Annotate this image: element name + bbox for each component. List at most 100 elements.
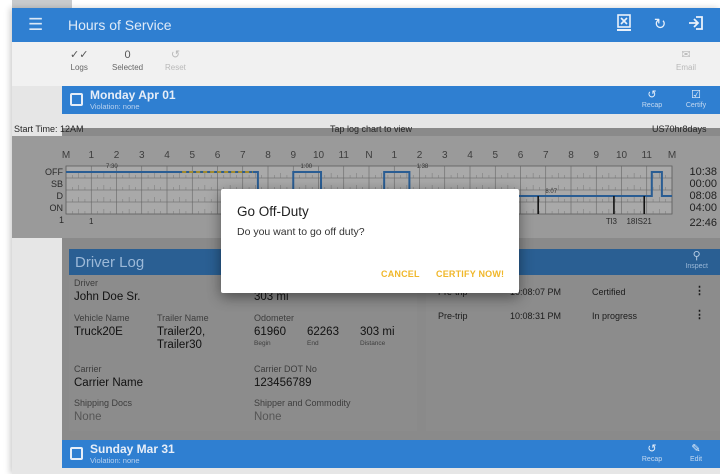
graph-hour-label: M [668, 150, 676, 161]
email-label: Email [676, 63, 697, 72]
graph-hour-label: 7 [240, 150, 246, 161]
graph-hour-label: M [62, 150, 70, 161]
graph-row-label: D [57, 191, 64, 201]
driver-log-title: Driver Log [75, 254, 145, 271]
graph-bottom-marker: 1 [89, 217, 94, 226]
graph-hour-label: 4 [467, 150, 473, 161]
graph-duration-tag: 1:00 [300, 164, 312, 170]
graph-row-label: OFF [45, 167, 63, 177]
logs-button[interactable]: ✓✓ Logs [70, 47, 88, 72]
reset-button[interactable]: ↺ Reset [165, 47, 186, 72]
graph-hour-label: N [365, 150, 372, 161]
graph-duration-tag: 7:30 [106, 164, 118, 170]
shipping-label: Shipping Docs [74, 398, 133, 408]
hos-app-window: ☰ Hours of Service ↻ ✓✓ Logs 0 Selected … [12, 8, 720, 474]
check-all-icon: ✓✓ [70, 49, 89, 61]
odometer-end-label: End [307, 340, 319, 347]
tap-hint: Tap log chart to view [330, 124, 413, 134]
day-title: Sunday Mar 31 [90, 442, 175, 456]
more-vert-icon[interactable]: ⋮ [694, 308, 705, 321]
graph-hour-label: 10 [616, 150, 628, 161]
device-screen: ☰ Hours of Service ↻ ✓✓ Logs 0 Selected … [0, 0, 720, 474]
dot-inspection-icon[interactable] [613, 14, 635, 36]
recap-button[interactable]: ↺ Recap [636, 89, 668, 109]
graph-row-total: 10:38 [689, 166, 717, 178]
search-icon: ⚲ [692, 250, 701, 262]
history-icon: ↺ [647, 443, 657, 455]
graph-row-total: 00:00 [689, 178, 717, 190]
odometer-label: Odometer [254, 313, 295, 323]
cancel-button[interactable]: CANCEL [381, 269, 420, 279]
graph-row-total: 04:00 [689, 202, 717, 214]
day-select-checkbox[interactable] [70, 93, 83, 106]
dialog-message: Do you want to go off duty? [237, 226, 365, 238]
reset-label: Reset [165, 63, 186, 72]
day-header-monday[interactable]: Monday Apr 01 Violation: none ↺ Recap ☑ … [62, 86, 720, 114]
history-icon: ↺ [647, 89, 657, 101]
trailer-value-2: Trailer30 [157, 339, 202, 351]
off-duty-dialog: Go Off-Duty Do you want to go off duty? … [221, 189, 519, 293]
dialog-title: Go Off-Duty [237, 204, 309, 219]
shipper-value: None [254, 411, 282, 423]
shipper-label: Shipper and Commodity [254, 398, 351, 408]
graph-hour-label: 2 [114, 150, 120, 161]
start-time: Start Time: 12AM [14, 124, 84, 134]
odometer-distance: 303 mi [360, 326, 395, 338]
trailer-value-1: Trailer20, [157, 326, 206, 338]
recap-label: Recap [641, 456, 663, 463]
graph-bottom-label: 1 [59, 215, 64, 225]
vehicle-value: Truck20E [74, 326, 123, 338]
graph-hour-label: 8 [265, 150, 271, 161]
graph-duration-tag: 1:38 [417, 164, 429, 170]
recap-label: Recap [641, 102, 663, 109]
logs-label: Logs [70, 63, 88, 72]
trailer-label: Trailer Name [157, 313, 209, 323]
logs-toolbar: ✓✓ Logs 0 Selected ↺ Reset ✉ Email [12, 42, 720, 86]
inspection-row[interactable]: Pre-trip 10:08:31 PM In progress ⋮ [426, 304, 720, 328]
dot-label: Carrier DOT No [254, 364, 317, 374]
certify-now-button[interactable]: CERTIFY NOW! [436, 269, 504, 279]
day-select-checkbox[interactable] [70, 447, 83, 460]
graph-grand-total: 22:46 [689, 217, 717, 229]
ruleset: US70hr8days [652, 124, 707, 134]
email-button[interactable]: ✉ Email [676, 47, 696, 72]
certify-icon: ☑ [691, 89, 701, 101]
app-bar: ☰ Hours of Service ↻ [12, 8, 720, 42]
pencil-icon: ✎ [691, 443, 701, 455]
graph-hour-label: 9 [290, 150, 296, 161]
shipping-value: None [74, 411, 102, 423]
driver-name: John Doe Sr. [74, 291, 141, 303]
logout-icon[interactable] [685, 14, 707, 36]
graph-hour-label: 2 [417, 150, 423, 161]
graph-hour-label: 1 [391, 150, 397, 161]
app-title: Hours of Service [68, 17, 172, 33]
certify-button[interactable]: ☑ Certify [680, 89, 712, 109]
carrier-label: Carrier [74, 364, 102, 374]
day-title: Monday Apr 01 [90, 88, 176, 102]
graph-hour-label: 11 [642, 150, 653, 161]
edit-button[interactable]: ✎ Edit [680, 443, 712, 463]
inspection-status: Certified [592, 287, 626, 297]
graph-hour-label: 7 [543, 150, 549, 161]
graph-hour-label: 6 [215, 150, 221, 161]
graph-hour-label: 4 [164, 150, 170, 161]
refresh-icon[interactable]: ↻ [649, 14, 671, 36]
day-header-sunday[interactable]: Sunday Mar 31 Violation: none ↺ Recap ✎ … [62, 440, 720, 468]
selected-label: Selected [112, 63, 144, 72]
graph-hour-label: 5 [189, 150, 195, 161]
inspect-label: Inspect [685, 263, 708, 270]
vehicle-label: Vehicle Name [74, 313, 130, 323]
more-vert-icon[interactable]: ⋮ [694, 284, 705, 297]
graph-hour-label: 5 [492, 150, 498, 161]
recap-button[interactable]: ↺ Recap [636, 443, 668, 463]
graph-hour-label: 11 [339, 150, 350, 161]
inspect-button[interactable]: ⚲ Inspect [685, 250, 708, 270]
email-icon: ✉ [681, 49, 691, 61]
graph-hour-label: 3 [442, 150, 448, 161]
odometer-begin: 61960 [254, 326, 286, 338]
graph-row-label: ON [50, 203, 64, 213]
selected-count: 0 [124, 49, 131, 61]
menu-icon[interactable]: ☰ [28, 15, 43, 35]
graph-row-label: SB [51, 179, 63, 189]
inspection-status: In progress [592, 311, 638, 321]
